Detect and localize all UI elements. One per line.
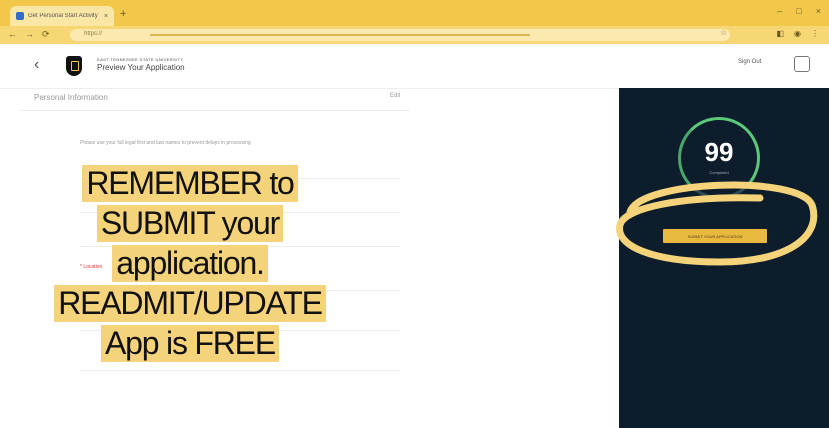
maximize-icon[interactable]: □ bbox=[796, 6, 801, 16]
submit-application-button[interactable]: SUBMIT YOUR APPLICATION bbox=[663, 229, 767, 243]
close-window-icon[interactable]: × bbox=[816, 6, 821, 16]
back-arrow-icon[interactable]: ← bbox=[8, 29, 17, 40]
divider bbox=[20, 110, 410, 111]
account-icon[interactable] bbox=[794, 56, 810, 72]
favicon-icon bbox=[16, 12, 24, 20]
browser-tab-bar: Get Personal Start Activity × + – □ × bbox=[0, 0, 829, 26]
callout-line: application. bbox=[112, 245, 268, 282]
completion-label: Completed bbox=[709, 170, 729, 175]
window-controls: – □ × bbox=[777, 6, 821, 16]
university-name: EAST TENNESSEE STATE UNIVERSITY bbox=[97, 57, 184, 62]
completion-score: 99 bbox=[704, 137, 734, 167]
browser-tab[interactable]: Get Personal Start Activity × bbox=[10, 6, 114, 26]
section-title: Personal Information bbox=[34, 93, 108, 102]
university-logo bbox=[66, 56, 82, 76]
new-tab-button[interactable]: + bbox=[120, 8, 126, 20]
sign-out-link[interactable]: Sign Out bbox=[738, 59, 761, 65]
callout-line: READMIT/UPDATE bbox=[54, 285, 326, 322]
forward-arrow-icon[interactable]: → bbox=[25, 29, 34, 40]
menu-icon[interactable]: ⋮ bbox=[811, 29, 819, 38]
address-bar[interactable]: https:// bbox=[70, 29, 730, 41]
page-title: Preview Your Application bbox=[97, 63, 185, 72]
edit-link[interactable]: Edit bbox=[390, 93, 400, 99]
toolbar-icons: ◧ ◉ ⋮ bbox=[776, 29, 819, 38]
callout-line: REMEMBER to bbox=[82, 165, 298, 202]
callout-line: SUBMIT your bbox=[96, 205, 284, 242]
tab-close-icon[interactable]: × bbox=[104, 13, 108, 20]
back-button[interactable]: ‹ bbox=[34, 56, 39, 74]
browser-toolbar: ← → ⟳ https:// ☆ ◧ ◉ ⋮ bbox=[0, 26, 829, 44]
form-field-line bbox=[80, 370, 400, 371]
callout-line: App is FREE bbox=[101, 325, 279, 362]
minimize-icon[interactable]: – bbox=[777, 6, 782, 16]
page-header: ‹ EAST TENNESSEE STATE UNIVERSITY Previe… bbox=[0, 44, 829, 89]
url-text: https:// bbox=[84, 31, 103, 37]
extensions-icon[interactable]: ◧ bbox=[776, 29, 784, 38]
reminder-callout: REMEMBER to SUBMIT your application. REA… bbox=[0, 165, 380, 365]
tab-title: Get Personal Start Activity bbox=[28, 13, 98, 19]
profile-icon[interactable]: ◉ bbox=[794, 29, 801, 38]
bookmark-star-icon[interactable]: ☆ bbox=[720, 28, 727, 37]
legal-name-note: Please use your full legal first and las… bbox=[80, 140, 251, 146]
nav-buttons: ← → ⟳ bbox=[8, 29, 50, 40]
url-blur bbox=[150, 34, 530, 36]
reload-icon[interactable]: ⟳ bbox=[42, 29, 50, 40]
